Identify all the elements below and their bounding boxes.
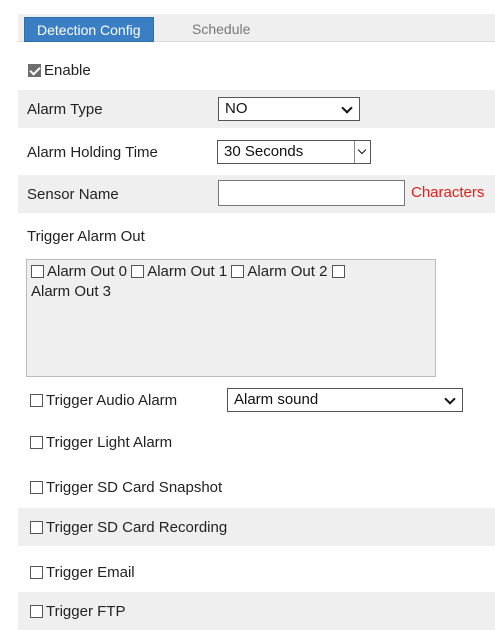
tab-schedule[interactable]: Schedule — [180, 17, 262, 42]
trigger-alarm-out-label: Trigger Alarm Out — [27, 227, 145, 245]
alarm-sound-value: Alarm sound — [234, 391, 319, 408]
sd-snapshot-row: Trigger SD Card Snapshot — [18, 470, 495, 504]
light-alarm-label: Trigger Light Alarm — [46, 433, 173, 451]
ftp-row: Trigger FTP — [18, 592, 495, 630]
alarm-out-0[interactable]: Alarm Out 0 — [31, 263, 127, 280]
alarm-type-label: Alarm Type — [27, 100, 103, 118]
sd-snapshot-label: Trigger SD Card Snapshot — [46, 478, 223, 496]
chevron-down-icon — [444, 393, 456, 405]
light-alarm-toggle[interactable]: Trigger Light Alarm — [30, 434, 172, 451]
holding-time-select[interactable]: 30 Seconds — [217, 140, 371, 164]
characters-hint: Characters — [411, 184, 485, 201]
holding-time-dropdown-button[interactable] — [354, 141, 370, 163]
sd-recording-row: Trigger SD Card Recording — [18, 508, 495, 546]
alarm-out-1[interactable]: Alarm Out 1 — [131, 263, 227, 280]
alarm-sound-select[interactable]: Alarm sound — [227, 388, 463, 412]
ftp-checkbox[interactable] — [30, 604, 43, 618]
audio-alarm-checkbox[interactable] — [30, 393, 43, 407]
sensor-name-label: Sensor Name — [27, 185, 119, 203]
tab-detection-config[interactable]: Detection Config — [24, 17, 154, 42]
tab-bar: Detection Config Schedule — [18, 14, 495, 42]
ftp-label: Trigger FTP — [46, 602, 126, 620]
light-alarm-row: Trigger Light Alarm — [18, 425, 495, 459]
chevron-down-icon — [357, 145, 367, 155]
alarm-out-0-checkbox[interactable] — [31, 265, 44, 278]
sd-snapshot-checkbox[interactable] — [30, 480, 43, 494]
alarm-out-2-checkbox[interactable] — [231, 265, 245, 278]
alarm-out-2[interactable]: Alarm Out 2 — [231, 263, 327, 280]
sd-recording-toggle[interactable]: Trigger SD Card Recording — [30, 519, 227, 536]
sd-recording-checkbox[interactable] — [30, 520, 43, 534]
alarm-type-select[interactable]: NO — [218, 97, 360, 121]
sd-recording-label: Trigger SD Card Recording — [46, 518, 228, 536]
light-alarm-checkbox[interactable] — [30, 435, 43, 449]
audio-alarm-toggle[interactable]: Trigger Audio Alarm — [30, 392, 177, 409]
email-toggle[interactable]: Trigger Email — [30, 564, 135, 581]
alarm-out-1-label: Alarm Out 1 — [147, 263, 228, 280]
alarm-out-3-label: Alarm Out 3 — [31, 283, 112, 300]
alarm-out-1-checkbox[interactable] — [131, 265, 145, 278]
email-row: Trigger Email — [18, 555, 495, 589]
email-label: Trigger Email — [46, 563, 135, 581]
email-checkbox[interactable] — [30, 565, 43, 579]
audio-alarm-label: Trigger Audio Alarm — [46, 391, 178, 409]
audio-alarm-row: Trigger Audio Alarm Alarm sound — [18, 384, 495, 416]
chevron-down-icon — [341, 102, 353, 114]
enable-checkbox-wrap[interactable]: Enable — [28, 62, 91, 79]
alarm-out-list: Alarm Out 0 Alarm Out 1 Alarm Out 2 Alar… — [26, 259, 436, 377]
trigger-alarm-out-row: Trigger Alarm Out — [18, 220, 495, 252]
alarm-out-0-label: Alarm Out 0 — [47, 263, 128, 280]
enable-label: Enable — [44, 61, 91, 79]
alarm-out-3-checkbox[interactable] — [331, 265, 345, 278]
alarm-out-2-label: Alarm Out 2 — [247, 263, 328, 280]
holding-time-value: 30 Seconds — [224, 143, 304, 160]
alarm-type-value: NO — [225, 100, 248, 117]
enable-row: Enable — [18, 56, 495, 84]
sd-snapshot-toggle[interactable]: Trigger SD Card Snapshot — [30, 479, 222, 496]
holding-time-row: Alarm Holding Time 30 Seconds — [18, 133, 495, 171]
alarm-type-row: Alarm Type NO — [18, 90, 495, 128]
holding-time-label: Alarm Holding Time — [27, 143, 158, 161]
sensor-name-input[interactable] — [218, 180, 405, 206]
sensor-name-row: Sensor Name Characters — [18, 175, 495, 213]
enable-checkbox[interactable] — [28, 63, 41, 77]
ftp-toggle[interactable]: Trigger FTP — [30, 603, 125, 620]
